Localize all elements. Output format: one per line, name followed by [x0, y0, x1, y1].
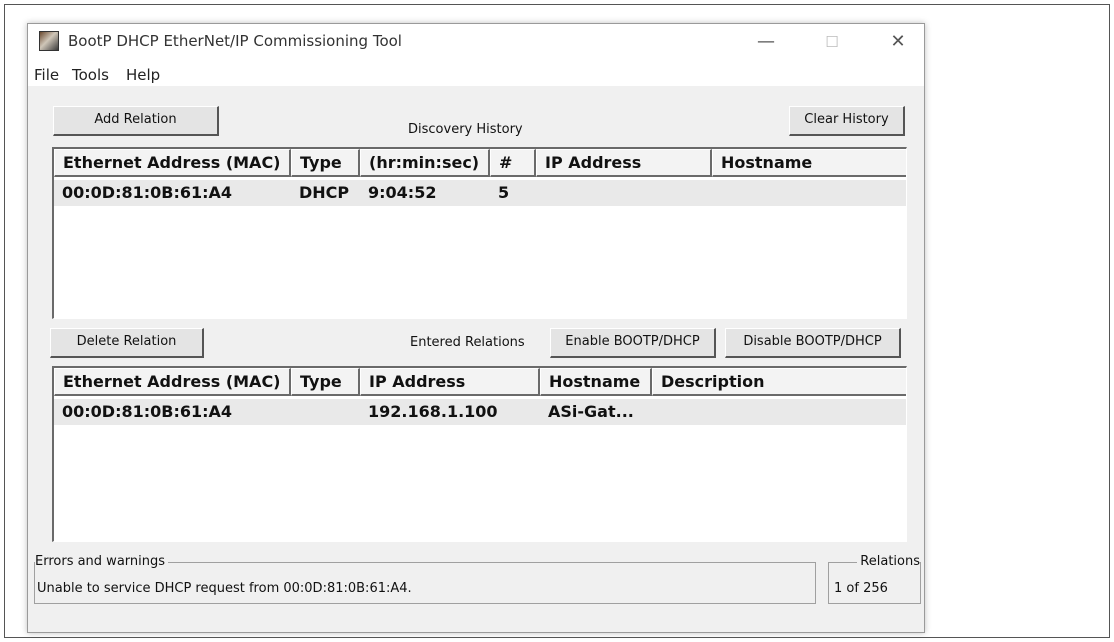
row-type: DHCP	[299, 183, 350, 202]
column-header-hostname[interactable]: Hostname	[540, 368, 652, 396]
figure-frame: BootP DHCP EtherNet/IP Commissioning Too…	[4, 4, 1110, 638]
clear-history-button[interactable]: Clear History	[789, 106, 905, 136]
menu-tools[interactable]: Tools	[72, 66, 109, 84]
errors-warnings-text: Unable to service DHCP request from 00:0…	[37, 581, 412, 596]
title-bar: BootP DHCP EtherNet/IP Commissioning Too…	[28, 24, 924, 62]
relations-count: 1 of 256	[834, 581, 888, 596]
row-mac: 00:0D:81:0B:61:A4	[62, 183, 233, 202]
row-time: 9:04:52	[368, 183, 437, 202]
discovery-history-caption: Discovery History	[408, 122, 523, 137]
window-title: BootP DHCP EtherNet/IP Commissioning Too…	[68, 32, 402, 50]
errors-warnings-label: Errors and warnings	[35, 554, 169, 569]
column-header-mac[interactable]: Ethernet Address (MAC)	[54, 149, 291, 177]
entered-relations-caption: Entered Relations	[410, 335, 525, 350]
menu-help[interactable]: Help	[126, 66, 160, 84]
relations-count-group: Relations 1 of 256	[828, 554, 921, 604]
relations-label: Relations	[857, 554, 920, 569]
column-header-type[interactable]: Type	[291, 368, 360, 396]
maximize-button[interactable]: ☐	[812, 28, 852, 56]
column-header-hostname[interactable]: Hostname	[712, 149, 906, 177]
entered-relations-list[interactable]: Ethernet Address (MAC) Type IP Address H…	[52, 366, 907, 542]
discovery-history-list[interactable]: Ethernet Address (MAC) Type (hr:min:sec)…	[52, 147, 907, 319]
delete-relation-button[interactable]: Delete Relation	[50, 328, 204, 358]
row-ip	[536, 180, 544, 206]
row-hostname: ASi-Gat...	[548, 402, 634, 421]
minimize-button[interactable]: —	[746, 28, 786, 56]
column-header-description[interactable]: Description	[652, 368, 906, 396]
column-header-type[interactable]: Type	[291, 149, 360, 177]
add-relation-button[interactable]: Add Relation	[53, 106, 219, 136]
row-mac: 00:0D:81:0B:61:A4	[62, 402, 233, 421]
column-header-count[interactable]: #	[490, 149, 536, 177]
column-header-ip[interactable]: IP Address	[536, 149, 712, 177]
table-row[interactable]: 00:0D:81:0B:61:A4 192.168.1.100 ASi-Gat.…	[54, 399, 906, 425]
column-header-mac[interactable]: Ethernet Address (MAC)	[54, 368, 291, 396]
row-type	[291, 399, 299, 425]
row-hostname	[712, 180, 720, 206]
row-description	[652, 399, 660, 425]
close-button[interactable]: ✕	[878, 28, 918, 56]
column-header-ip[interactable]: IP Address	[360, 368, 540, 396]
app-window: BootP DHCP EtherNet/IP Commissioning Too…	[27, 23, 925, 633]
row-ip: 192.168.1.100	[368, 402, 498, 421]
enable-bootp-button[interactable]: Enable BOOTP/DHCP	[550, 328, 716, 358]
menu-file[interactable]: File	[34, 66, 59, 84]
app-icon	[39, 31, 59, 51]
row-count: 5	[498, 183, 510, 202]
column-header-time[interactable]: (hr:min:sec)	[360, 149, 490, 177]
disable-bootp-button[interactable]: Disable BOOTP/DHCP	[725, 328, 901, 358]
errors-warnings-group: Errors and warnings Unable to service DH…	[34, 554, 816, 604]
table-row[interactable]: 00:0D:81:0B:61:A4 DHCP 9:04:52 5	[54, 180, 906, 206]
menu-bar: File Tools Help	[28, 62, 924, 86]
